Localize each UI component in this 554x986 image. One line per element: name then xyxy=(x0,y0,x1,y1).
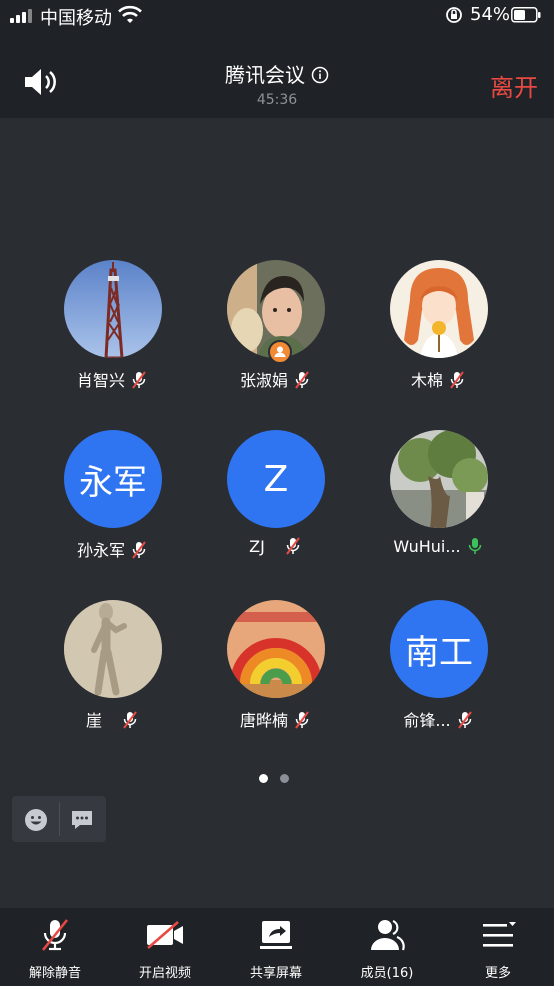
more-button[interactable]: 更多 xyxy=(443,908,553,986)
participant-name-row: 崖 xyxy=(42,707,182,731)
participant-name: 俞锋... xyxy=(403,711,451,730)
avatar-initials: 南工 xyxy=(390,600,488,698)
avatar-text: 南工 xyxy=(405,632,473,673)
tree-photo xyxy=(390,430,488,528)
page-indicator[interactable] xyxy=(259,768,301,787)
avatar xyxy=(390,430,488,528)
participant-tile[interactable]: 张淑娟 xyxy=(205,260,345,410)
battery-icon xyxy=(511,7,541,23)
participant-name: ZJ xyxy=(249,537,265,556)
mic-muted-icon xyxy=(41,919,69,951)
participant-name: 崖 xyxy=(85,711,102,730)
avatar-initials: 永军 xyxy=(64,430,162,528)
unmute-label: 解除静音 xyxy=(28,966,81,981)
members-icon xyxy=(371,919,405,951)
unmute-button[interactable]: 解除静音 xyxy=(0,908,110,986)
mic-muted-icon xyxy=(132,541,146,559)
participant-name: 孙永军 xyxy=(76,541,125,560)
figure-photo xyxy=(64,600,162,698)
participant-tile[interactable]: Z ZJ xyxy=(205,430,345,580)
mic-muted-icon xyxy=(450,371,464,389)
participant-name-row: 张淑娟 xyxy=(205,367,345,391)
participant-name-row: 唐晔楠 xyxy=(205,707,345,731)
start-video-button[interactable]: 开启视频 xyxy=(110,908,220,986)
mic-muted-icon xyxy=(295,711,309,729)
mic-muted-icon xyxy=(295,371,309,389)
host-badge-icon xyxy=(268,340,292,364)
participant-tile[interactable]: 永军 孙永军 xyxy=(42,430,182,580)
reaction-chat-box xyxy=(12,796,106,842)
orientation-lock-icon xyxy=(446,7,462,23)
mic-muted-icon xyxy=(123,711,137,729)
participant-name-row: ZJ xyxy=(205,537,345,556)
emoji-icon[interactable] xyxy=(24,808,48,832)
participant-tile[interactable]: 唐晔楠 xyxy=(205,600,345,750)
avatar xyxy=(227,600,325,698)
share-screen-button[interactable]: 共享屏幕 xyxy=(221,908,331,986)
participant-name-row: WuHui... xyxy=(368,537,508,556)
avatar-initials: Z xyxy=(227,430,325,528)
chat-icon[interactable] xyxy=(70,808,94,832)
participant-name: 张淑娟 xyxy=(239,371,288,390)
meeting-title-row[interactable]: 腾讯会议 xyxy=(0,59,554,88)
info-icon[interactable] xyxy=(311,66,329,84)
leave-button[interactable]: 离开 xyxy=(490,68,538,103)
status-bar: 中国移动 54% xyxy=(0,0,554,34)
divider xyxy=(59,802,60,836)
tower-photo xyxy=(64,260,162,358)
participant-name-row: 孙永军 xyxy=(42,537,182,561)
rainbow-toy-photo xyxy=(227,600,325,698)
meeting-title: 腾讯会议 xyxy=(225,63,305,87)
battery-percent: 54% xyxy=(470,4,511,25)
avatar-text: Z xyxy=(263,458,289,500)
participant-name-row: 肖智兴 xyxy=(42,367,182,391)
anime-girl-photo xyxy=(390,260,488,358)
participant-name: WuHui... xyxy=(393,537,461,556)
participant-name: 唐晔楠 xyxy=(239,711,288,730)
members-label: 成员(16) xyxy=(360,966,414,981)
participant-tile[interactable]: 南工 俞锋... xyxy=(368,600,508,750)
participant-name-row: 俞锋... xyxy=(368,707,508,731)
mic-muted-icon xyxy=(286,537,300,555)
page-dot[interactable] xyxy=(280,774,289,783)
video-off-icon xyxy=(147,921,183,949)
avatar xyxy=(64,260,162,358)
bottom-toolbar: 解除静音 开启视频 共享屏幕 成员(16) 更多 xyxy=(0,908,554,986)
signal-icon xyxy=(10,9,32,23)
participant-name: 木棉 xyxy=(410,371,443,390)
participant-tile[interactable]: 木棉 xyxy=(368,260,508,410)
meeting-timer: 45:36 xyxy=(256,92,298,108)
avatar xyxy=(64,600,162,698)
participant-tile[interactable]: 肖智兴 xyxy=(42,260,182,410)
more-label: 更多 xyxy=(484,966,511,981)
carrier-name: 中国移动 xyxy=(40,8,112,29)
wifi-icon xyxy=(118,5,142,23)
share-screen-label: 共享屏幕 xyxy=(249,966,302,981)
mic-muted-icon xyxy=(457,711,472,729)
page-dot-active[interactable] xyxy=(259,774,268,783)
participant-name-row: 木棉 xyxy=(368,367,508,391)
start-video-label: 开启视频 xyxy=(138,966,191,981)
avatar xyxy=(390,260,488,358)
mic-muted-icon xyxy=(132,371,146,389)
participant-tile[interactable]: 崖 xyxy=(42,600,182,750)
members-button[interactable]: 成员(16) xyxy=(332,908,442,986)
mic-active-icon xyxy=(468,538,481,554)
participant-name: 肖智兴 xyxy=(76,371,125,390)
avatar-text: 永军 xyxy=(79,462,147,503)
share-screen-icon xyxy=(260,921,292,949)
more-menu-icon xyxy=(483,922,516,947)
participant-tile[interactable]: WuHui... xyxy=(368,430,508,580)
